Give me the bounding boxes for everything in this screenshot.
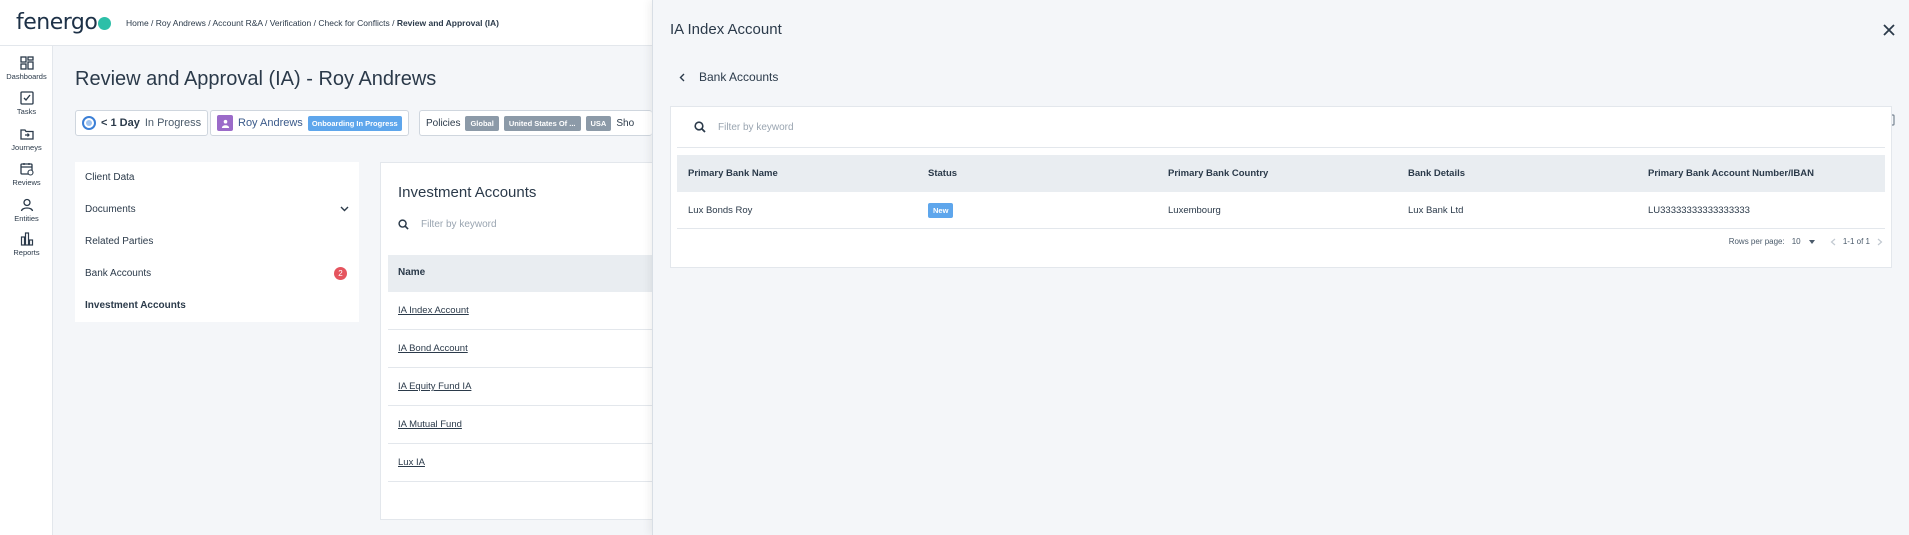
iban-cell: LU33333333333333333 <box>1648 204 1750 216</box>
account-link[interactable]: IA Mutual Fund <box>398 419 462 430</box>
show-more-link[interactable]: Sho <box>616 118 634 129</box>
progress-status: In Progress <box>144 117 202 129</box>
reports-icon <box>20 232 33 246</box>
policies-chip[interactable]: Policies Global United States Of ... USA… <box>419 110 652 136</box>
policy-tag-global: Global <box>465 115 499 131</box>
breadcrumb-current: Review and Approval (IA) <box>396 18 499 28</box>
ia-index-account-drawer: IA Index Account Bank Accounts Filter by… <box>652 0 1909 535</box>
nav-entities[interactable]: Entities <box>0 198 53 223</box>
page-range: 1-1 of 1 <box>1842 237 1870 246</box>
account-link[interactable]: Lux IA <box>398 457 425 468</box>
person-icon <box>221 119 229 128</box>
rows-per-page-select[interactable]: 10 <box>1792 237 1815 246</box>
chevron-left-icon[interactable] <box>1830 238 1836 246</box>
nav-reviews[interactable]: Reviews <box>0 162 53 187</box>
nav-tasks[interactable]: Tasks <box>0 91 53 116</box>
fenergo-logo[interactable]: fenergo <box>16 10 112 35</box>
table-row: Lux IA <box>388 444 671 482</box>
breadcrumb-journey[interactable]: Account R&A <box>213 18 263 28</box>
avatar <box>217 115 233 131</box>
rows-per-page-label: Rows per page: <box>1728 237 1785 246</box>
bank-filter[interactable]: Filter by keyword <box>694 121 794 133</box>
reviews-icon <box>19 163 34 176</box>
column-primary-bank-country[interactable]: Primary Bank Country <box>1168 155 1268 192</box>
policies-label: Policies <box>426 117 461 129</box>
account-link[interactable]: IA Bond Account <box>398 343 468 354</box>
drawer-title: IA Index Account <box>670 21 782 38</box>
table-row: IA Bond Account <box>388 330 671 368</box>
bank-accounts-count-badge: 2 <box>334 267 347 280</box>
policy-tag-united-states: United States Of ... <box>503 115 581 131</box>
column-primary-bank-name[interactable]: Primary Bank Name <box>688 155 778 192</box>
left-navigation: Dashboards Tasks Journeys Reviews Entiti… <box>0 46 53 535</box>
section-menu: Client Data Documents Related Parties Ba… <box>75 162 359 322</box>
breadcrumb-stage[interactable]: Verification <box>270 18 312 28</box>
menu-item-investment-accounts[interactable]: Investment Accounts <box>85 300 186 311</box>
progress-duration: < 1 Day <box>101 117 140 129</box>
breadcrumb-entity[interactable]: Roy Andrews <box>156 18 206 28</box>
account-link[interactable]: IA Equity Fund IA <box>398 381 471 392</box>
table-row: IA Index Account <box>388 292 671 330</box>
breadcrumb: Home / Roy Andrews / Account R&A / Verif… <box>126 18 499 28</box>
nav-dashboards[interactable]: Dashboards <box>0 56 53 81</box>
bank-filter-input[interactable]: Filter by keyword <box>718 122 794 133</box>
status-badge: New <box>928 202 954 218</box>
journeys-icon <box>19 129 34 140</box>
caret-down-icon <box>1808 240 1815 244</box>
bank-table-header: Primary Bank Name Status Primary Bank Co… <box>677 155 1885 192</box>
bank-details-cell: Lux Bank Ltd <box>1408 204 1464 216</box>
back-to-bank-accounts[interactable]: Bank Accounts <box>679 70 778 84</box>
pagination: Rows per page: 10 1-1 of 1 <box>1729 237 1883 246</box>
menu-item-client-data[interactable]: Client Data <box>85 172 134 183</box>
investment-accounts-card: Investment Accounts Filter by keyword Na… <box>380 162 671 520</box>
dashboard-icon <box>19 56 34 70</box>
breadcrumb-task[interactable]: Check for Conflicts <box>318 18 389 28</box>
nav-journeys[interactable]: Journeys <box>0 127 53 152</box>
progress-chip[interactable]: < 1 Day In Progress <box>75 110 209 136</box>
investment-accounts-title: Investment Accounts <box>398 184 537 201</box>
investment-filter[interactable]: Filter by keyword <box>398 219 497 230</box>
search-icon <box>694 121 706 133</box>
bank-name-cell: Lux Bonds Roy <box>688 204 753 216</box>
chevron-right-icon[interactable] <box>1877 238 1883 246</box>
menu-item-bank-accounts[interactable]: Bank Accounts 2 <box>85 267 353 280</box>
name-column-header[interactable]: Name <box>388 255 671 292</box>
entity-name: Roy Andrews <box>238 117 303 129</box>
table-row[interactable]: Lux Bonds Roy New Luxembourg Lux Bank Lt… <box>677 192 1885 229</box>
chevron-left-icon <box>679 73 685 81</box>
policy-tag-usa: USA <box>585 115 612 131</box>
column-status[interactable]: Status <box>928 155 957 192</box>
menu-item-related-parties[interactable]: Related Parties <box>85 236 153 247</box>
search-icon <box>398 219 409 230</box>
column-primary-bank-account-number[interactable]: Primary Bank Account Number/IBAN <box>1648 155 1814 192</box>
onboarding-status-badge: Onboarding In Progress <box>307 115 402 131</box>
chevron-down-icon[interactable] <box>340 206 349 212</box>
account-link[interactable]: IA Index Account <box>398 305 469 316</box>
entities-icon <box>20 198 33 212</box>
progress-icon <box>82 116 96 130</box>
column-bank-details[interactable]: Bank Details <box>1408 155 1465 192</box>
investment-filter-input[interactable]: Filter by keyword <box>421 219 497 230</box>
menu-item-documents[interactable]: Documents <box>85 204 349 215</box>
close-icon[interactable] <box>1881 22 1897 38</box>
table-row: IA Mutual Fund <box>388 406 671 444</box>
breadcrumb-home[interactable]: Home <box>126 18 149 28</box>
tasks-icon <box>19 91 34 105</box>
country-cell: Luxembourg <box>1168 204 1221 216</box>
bank-accounts-card: Filter by keyword Primary Bank Name Stat… <box>670 106 1892 268</box>
entity-chip[interactable]: Roy Andrews Onboarding In Progress <box>210 110 409 136</box>
table-row: IA Equity Fund IA <box>388 368 671 406</box>
status-cell: New <box>928 192 954 228</box>
filter-divider <box>677 147 1885 148</box>
page-title: Review and Approval (IA) - Roy Andrews <box>75 68 437 90</box>
nav-reports[interactable]: Reports <box>0 232 53 257</box>
